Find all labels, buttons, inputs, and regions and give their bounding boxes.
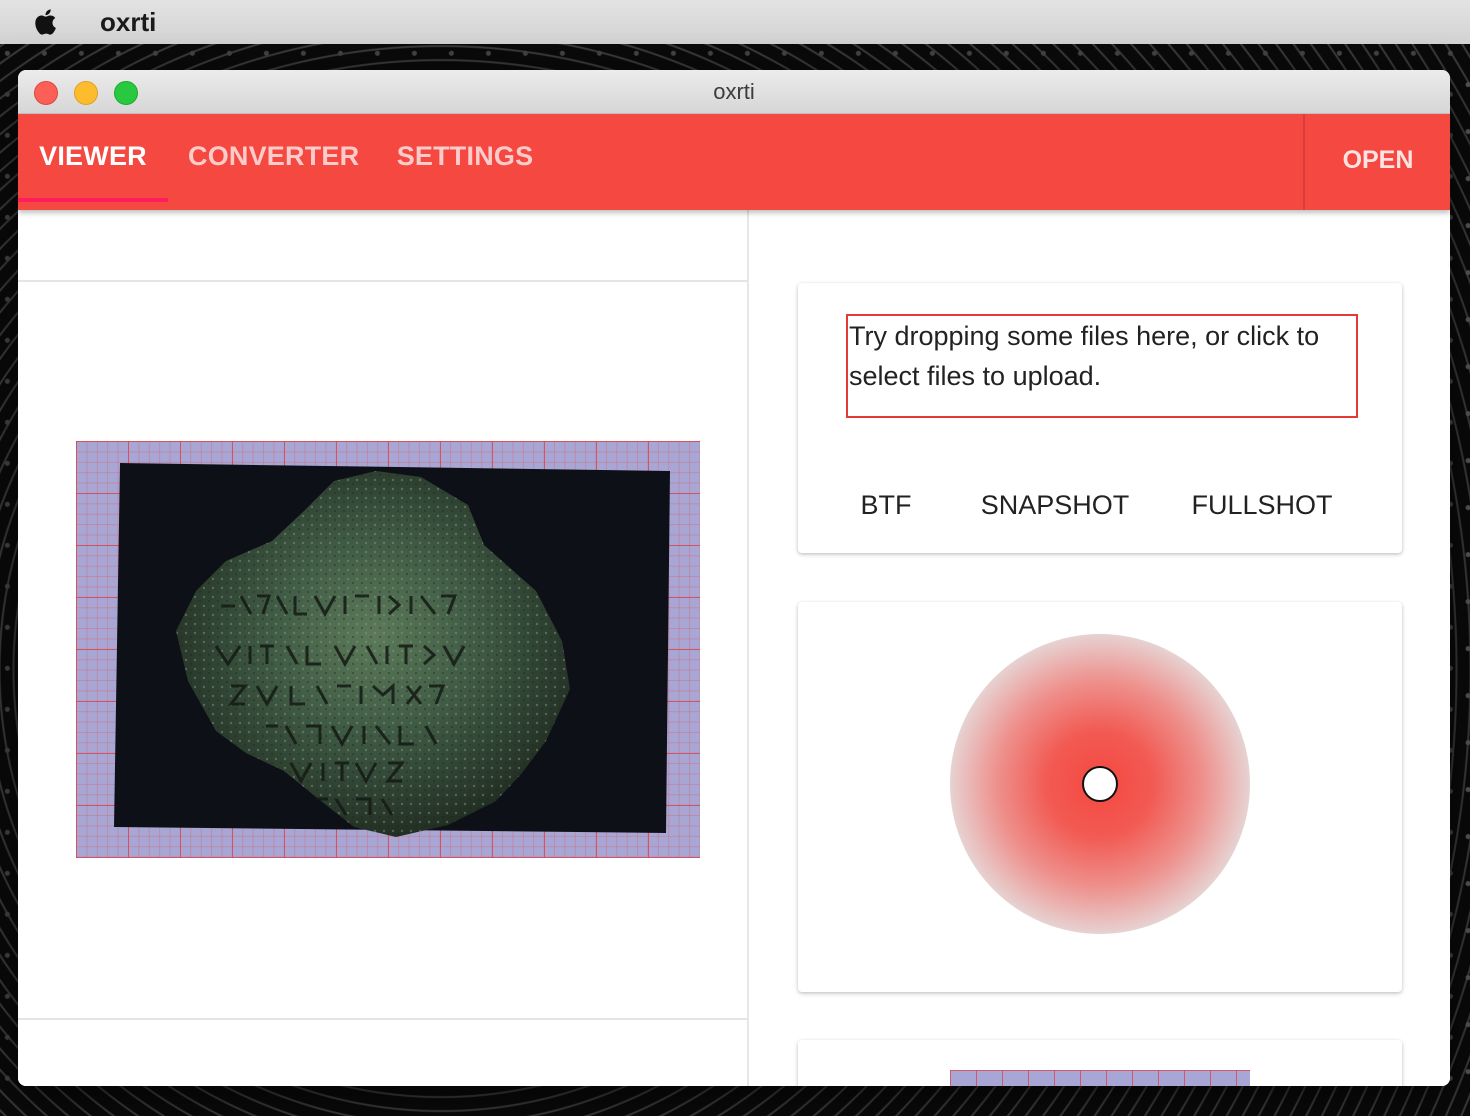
app-window: oxrti VIEWER CONVERTER SETTINGS OPEN Try… <box>18 70 1450 1086</box>
artifact-image <box>114 463 670 837</box>
app-bar: VIEWER CONVERTER SETTINGS OPEN <box>18 114 1450 210</box>
dropzone-text: Try dropping some files here, or click t… <box>849 321 1320 391</box>
viewer-pane <box>18 210 749 1086</box>
divider <box>18 280 749 282</box>
light-direction-handle[interactable] <box>1082 766 1118 802</box>
menu-bar: oxrti <box>0 0 1470 44</box>
divider <box>18 1018 749 1020</box>
tab-converter[interactable]: CONVERTER <box>188 114 359 202</box>
tab-viewer[interactable]: VIEWER <box>18 114 168 202</box>
menubar-app-name[interactable]: oxrti <box>100 7 156 38</box>
window-title: oxrti <box>713 79 755 104</box>
light-direction-card <box>798 602 1402 992</box>
fullshot-button[interactable]: FULLSHOT <box>1190 483 1334 527</box>
title-bar[interactable]: oxrti <box>18 70 1450 114</box>
file-dropzone[interactable]: Try dropping some files here, or click t… <box>846 314 1358 418</box>
appbar-divider <box>1303 114 1305 210</box>
btf-button[interactable]: BTF <box>856 483 916 527</box>
open-button[interactable]: OPEN <box>1328 140 1428 180</box>
preview-card <box>798 1040 1402 1086</box>
controls-pane: Try dropping some files here, or click t… <box>751 210 1450 1086</box>
snapshot-button[interactable]: SNAPSHOT <box>980 483 1130 527</box>
tab-settings[interactable]: SETTINGS <box>392 114 538 202</box>
preview-thumbnail[interactable] <box>950 1070 1250 1086</box>
apple-icon[interactable] <box>32 7 62 37</box>
rti-image-viewer[interactable] <box>76 441 700 858</box>
upload-card: Try dropping some files here, or click t… <box>798 283 1402 553</box>
active-tab-indicator <box>18 198 168 202</box>
